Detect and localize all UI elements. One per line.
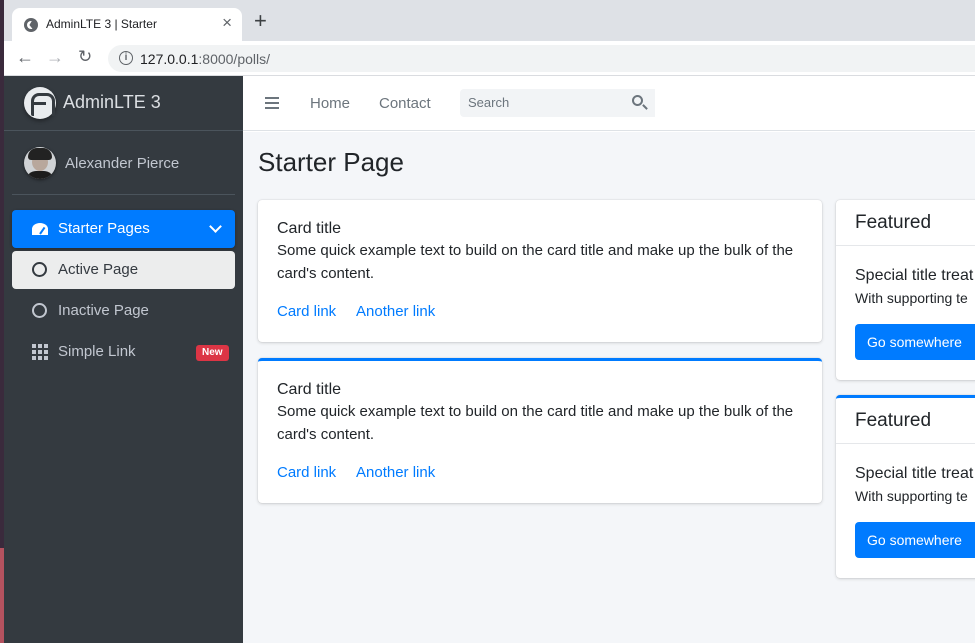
card-link[interactable]: Card link bbox=[277, 303, 336, 320]
search-icon bbox=[632, 95, 643, 106]
top-navbar: Home Contact Search bbox=[243, 76, 975, 131]
browser-tab-bar: AdminLTE 3 | Starter × + bbox=[4, 0, 975, 41]
card-link[interactable]: Card link bbox=[277, 464, 336, 481]
card-title: Card title bbox=[277, 220, 342, 237]
card: Card title Some quick example text to bu… bbox=[258, 200, 822, 342]
go-somewhere-button[interactable]: Go somewhere bbox=[855, 522, 975, 558]
browser-tab[interactable]: AdminLTE 3 | Starter × bbox=[12, 8, 242, 41]
user-panel: Alexander Pierce bbox=[4, 131, 243, 195]
nav-link-contact[interactable]: Contact bbox=[379, 95, 431, 112]
new-tab-button[interactable]: + bbox=[254, 10, 267, 32]
menu-toggle-icon[interactable] bbox=[265, 97, 279, 109]
featured-card: Featured Special title treat With suppor… bbox=[836, 200, 975, 380]
adminlte-logo-icon bbox=[24, 87, 56, 119]
search-placeholder: Search bbox=[468, 95, 510, 110]
chevron-down-icon bbox=[209, 220, 222, 233]
go-somewhere-button[interactable]: Go somewhere bbox=[855, 324, 975, 360]
forward-button[interactable]: → bbox=[46, 47, 64, 67]
card-text: Some quick example text to build on the … bbox=[277, 403, 794, 443]
sidebar-item-label: Starter Pages bbox=[58, 220, 150, 237]
tab-title: AdminLTE 3 | Starter bbox=[46, 17, 157, 31]
card-primary-outline: Card title Some quick example text to bu… bbox=[258, 358, 822, 503]
featured-title: Special title treat bbox=[855, 465, 974, 482]
search-button[interactable] bbox=[625, 89, 655, 117]
browser-toolbar: ← → ↻ i 127.0.0.1:8000/polls/ bbox=[4, 41, 975, 76]
url-host: 127.0.0.1 bbox=[140, 51, 199, 67]
card-header-title: Featured bbox=[855, 212, 932, 233]
new-badge: New bbox=[196, 345, 229, 361]
info-icon[interactable]: i bbox=[119, 51, 133, 65]
sidebar-item-inactive-page[interactable]: Inactive Page bbox=[12, 292, 235, 330]
sidebar-item-label: Inactive Page bbox=[58, 302, 149, 319]
card-header: Featured bbox=[836, 200, 975, 246]
featured-text: With supporting te bbox=[855, 488, 968, 504]
page-title: Starter Page bbox=[258, 147, 404, 177]
featured-text: With supporting te bbox=[855, 290, 968, 306]
sidebar-item-starter-pages[interactable]: Starter Pages bbox=[12, 210, 235, 248]
card-text: Some quick example text to build on the … bbox=[277, 242, 794, 282]
card-header: Featured bbox=[836, 398, 975, 444]
circle-icon bbox=[32, 303, 47, 318]
screen: AdminLTE 3 | Starter × + ← → ↻ i 127.0.0… bbox=[0, 0, 975, 643]
another-link[interactable]: Another link bbox=[356, 303, 435, 320]
reload-button[interactable]: ↻ bbox=[78, 47, 92, 67]
card-header-title: Featured bbox=[855, 410, 932, 431]
user-avatar bbox=[24, 147, 56, 179]
content-wrapper: Starter Page Card title Some quick examp… bbox=[243, 132, 975, 643]
grid-icon bbox=[32, 344, 48, 360]
url-path: :8000/polls/ bbox=[198, 51, 270, 67]
url-text: 127.0.0.1:8000/polls/ bbox=[140, 51, 270, 67]
featured-card-primary-outline: Featured Special title treat With suppor… bbox=[836, 395, 975, 578]
circle-icon bbox=[32, 262, 47, 277]
address-bar[interactable]: i 127.0.0.1:8000/polls/ bbox=[108, 45, 975, 72]
back-button[interactable]: ← bbox=[16, 47, 34, 67]
sidebar-item-label: Active Page bbox=[58, 261, 139, 278]
user-name-link[interactable]: Alexander Pierce bbox=[65, 155, 179, 172]
close-tab-icon[interactable]: × bbox=[222, 14, 232, 31]
tachometer-icon bbox=[32, 223, 48, 235]
globe-icon bbox=[24, 18, 38, 32]
brand-link[interactable]: AdminLTE 3 bbox=[4, 76, 243, 131]
another-link[interactable]: Another link bbox=[356, 464, 435, 481]
sidebar: AdminLTE 3 Alexander Pierce Starter Page… bbox=[4, 76, 243, 643]
card-title: Card title bbox=[277, 381, 342, 398]
sidebar-item-label: Simple Link bbox=[58, 343, 136, 360]
nav-link-home[interactable]: Home bbox=[310, 95, 350, 112]
sidebar-item-active-page[interactable]: Active Page bbox=[12, 251, 235, 289]
sidebar-item-simple-link[interactable]: Simple Link New bbox=[12, 333, 235, 371]
brand-text: AdminLTE 3 bbox=[63, 92, 161, 112]
featured-title: Special title treat bbox=[855, 267, 974, 284]
